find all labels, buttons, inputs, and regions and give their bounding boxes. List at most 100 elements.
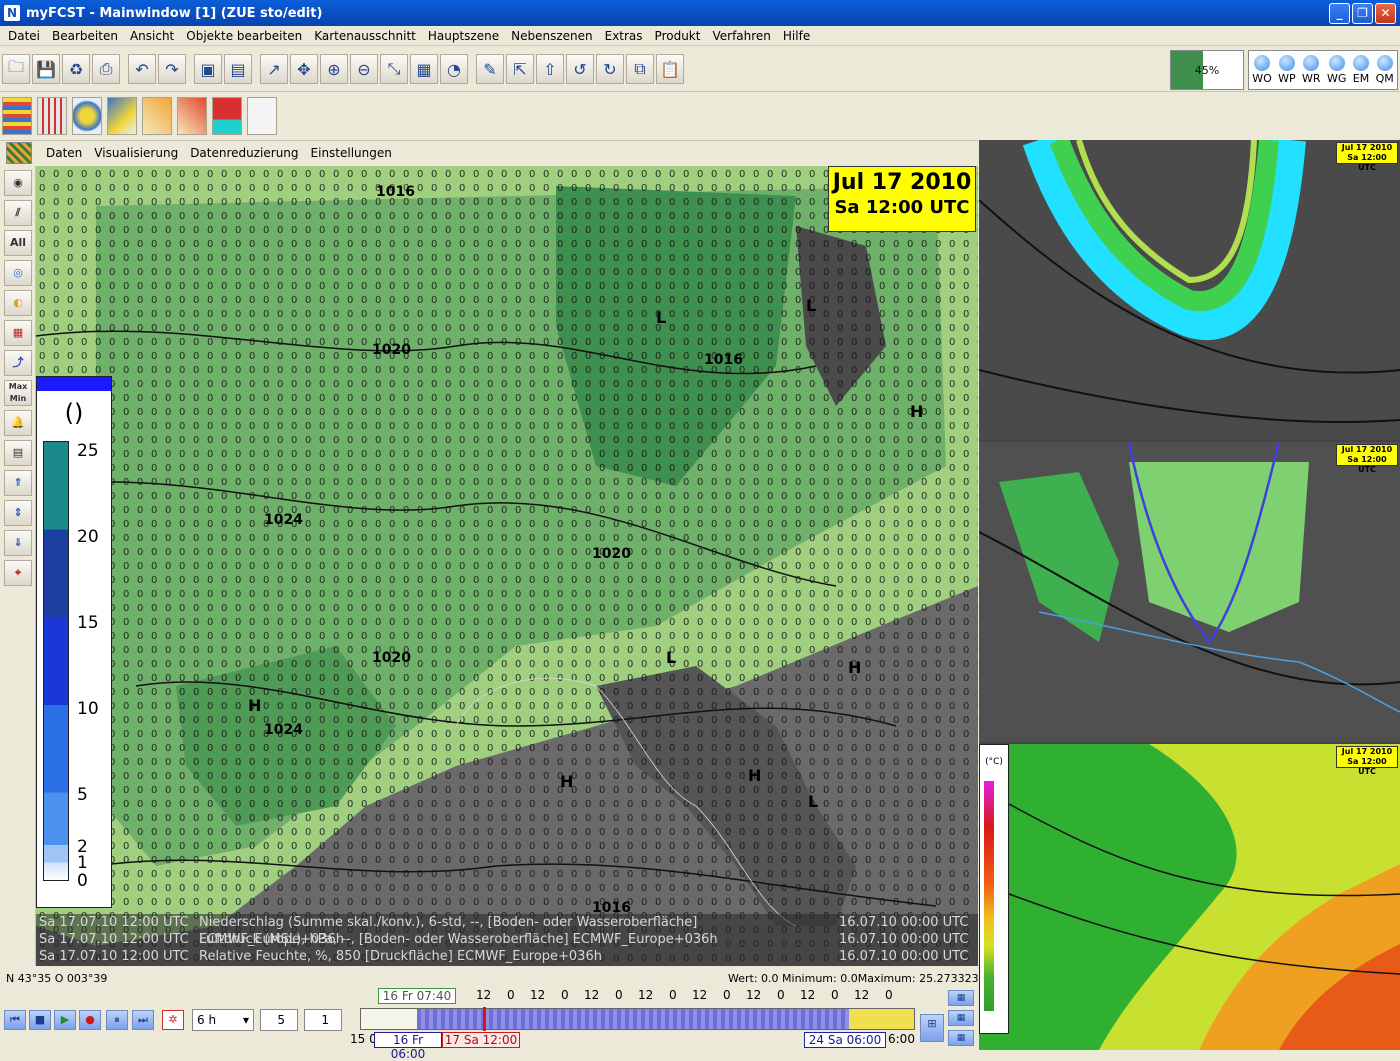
all-button[interactable]: All <box>4 230 32 256</box>
timeline-option-icon[interactable]: ▦ <box>948 1010 974 1026</box>
timeline-tick: 0 <box>507 988 515 1002</box>
redo-icon[interactable]: ↷ <box>158 54 186 84</box>
progress-indicator: 45% <box>1170 50 1244 90</box>
record-button[interactable]: ● <box>79 1010 101 1030</box>
image-export-icon[interactable]: ▣ <box>194 54 222 84</box>
diagonal-lines-icon[interactable]: ⫽ <box>4 200 32 226</box>
wind-barbs-icon[interactable]: ⤴ <box>4 350 32 376</box>
recycle-icon[interactable]: ♻ <box>62 54 90 84</box>
timeline-option-icon[interactable]: ▦ <box>948 990 974 1006</box>
maxmin-button[interactable]: Max Min <box>4 380 32 406</box>
zoom-out-icon[interactable]: ⊖ <box>350 54 378 84</box>
undo-icon[interactable]: ↶ <box>128 54 156 84</box>
undo-arrow-icon[interactable]: ↺ <box>566 54 594 84</box>
shading-icon[interactable]: ◐ <box>4 290 32 316</box>
location-pin-icon[interactable]: ⌖ <box>4 560 32 586</box>
pan-icon[interactable]: ✥ <box>290 54 318 84</box>
edit-pencil-icon[interactable]: ✎ <box>476 54 504 84</box>
print-icon[interactable]: ⎙ <box>92 54 120 84</box>
grid-values-icon[interactable]: ▦ <box>4 320 32 346</box>
map-menu-visualisierung[interactable]: Visualisierung <box>88 146 184 160</box>
model-wr[interactable]: WR <box>1302 51 1321 89</box>
map-menu-datenreduzierung[interactable]: Datenreduzierung <box>184 146 304 160</box>
menu-kartenausschnitt[interactable]: Kartenausschnitt <box>308 29 422 43</box>
main-map[interactable]: 0 1016 1020 1016 1024 1020 1020 1024 10 1… <box>36 166 978 966</box>
model-qm[interactable]: QM <box>1376 51 1394 89</box>
isobar-label: 1016 <box>376 184 415 200</box>
menu-ansicht[interactable]: Ansicht <box>124 29 180 43</box>
product-grid-icon[interactable] <box>37 96 67 135</box>
layer-info-row[interactable]: Sa 17.07.10 12:00 UTC Luftdruck (MSL), h… <box>36 931 978 948</box>
camera-icon[interactable]: ◉ <box>4 170 32 196</box>
menu-hauptszene[interactable]: Hauptszene <box>422 29 505 43</box>
map-menu-einstellungen[interactable]: Einstellungen <box>305 146 398 160</box>
up-arrow-icon[interactable]: ⇧ <box>536 54 564 84</box>
bell-icon[interactable]: 🔔 <box>4 410 32 436</box>
chart-icon[interactable]: ▤ <box>4 440 32 466</box>
open-icon[interactable]: 🗀 <box>2 54 30 84</box>
product-model-icon[interactable] <box>107 96 137 135</box>
menu-bearbeiten[interactable]: Bearbeiten <box>46 29 124 43</box>
model-wp[interactable]: WP <box>1278 51 1296 89</box>
forward-button[interactable]: ⏭ <box>132 1010 154 1030</box>
stop-button[interactable]: ■ <box>29 1010 51 1030</box>
model-dot-icon <box>1303 55 1320 71</box>
unzoom-icon[interactable]: ⤡ <box>380 54 408 84</box>
secondary-map-jet[interactable]: Jul 17 2010 Sa 12:00 UTC <box>979 140 1400 440</box>
menu-nebenszenen[interactable]: Nebenszenen <box>505 29 599 43</box>
secondary-map-temp850[interactable]: (°C) Jul 17 2010 Sa 12:00 UTC <box>979 744 1400 1050</box>
menu-objekte-bearbeiten[interactable]: Objekte bearbeiten <box>180 29 308 43</box>
product-network-icon[interactable] <box>247 96 277 135</box>
map-layers-icon[interactable] <box>6 142 32 164</box>
pointer-icon[interactable]: ↗ <box>260 54 288 84</box>
copy-icon[interactable]: ⧉ <box>626 54 654 84</box>
isobar-label: 1020 <box>372 342 411 358</box>
save-icon[interactable]: 💾 <box>32 54 60 84</box>
pressure-center-label: H <box>748 766 762 785</box>
map-menu-daten[interactable]: Daten <box>40 146 88 160</box>
rewind-button[interactable]: ⏮ <box>4 1010 26 1030</box>
menu-hilfe[interactable]: Hilfe <box>777 29 816 43</box>
layer-down-icon[interactable]: ⇓ <box>4 530 32 556</box>
current-time-marker: 16 Fr 07:40 <box>378 988 456 1004</box>
menu-verfahren[interactable]: Verfahren <box>706 29 776 43</box>
contour-icon[interactable]: ◎ <box>4 260 32 286</box>
close-button[interactable]: ✕ <box>1375 3 1396 24</box>
pause-button[interactable]: ⏸ <box>106 1010 128 1030</box>
secondary-map-temp500[interactable]: Jul 17 2010 Sa 12:00 UTC <box>979 442 1400 742</box>
product-lightning-icon[interactable] <box>177 96 207 135</box>
model-wg[interactable]: WG <box>1327 51 1346 89</box>
product-radar-icon[interactable] <box>142 96 172 135</box>
product-combined-icon[interactable] <box>212 96 242 135</box>
timeline-option-icon[interactable]: ▦ <box>948 1030 974 1046</box>
model-em[interactable]: EM <box>1353 51 1369 89</box>
layer-info-row[interactable]: Sa 17.07.10 12:00 UTC Niederschlag (Summ… <box>36 914 978 947</box>
menu-extras[interactable]: Extras <box>599 29 649 43</box>
maximize-button[interactable]: ❐ <box>1352 3 1373 24</box>
paste-icon[interactable]: 📋 <box>656 54 684 84</box>
layer-info-row[interactable]: Sa 17.07.10 12:00 UTC Relative Feuchte, … <box>36 948 978 965</box>
layer-mid-icon[interactable]: ⇕ <box>4 500 32 526</box>
map-canvas[interactable]: 0 <box>36 166 978 966</box>
model-wo[interactable]: WO <box>1252 51 1272 89</box>
play-button[interactable]: ▶ <box>54 1010 76 1030</box>
zoom-in-icon[interactable]: ⊕ <box>320 54 348 84</box>
settings-gear-icon[interactable]: ✲ <box>162 1010 184 1030</box>
redo-arrow-icon[interactable]: ↻ <box>596 54 624 84</box>
menu-datei[interactable]: Datei <box>2 29 46 43</box>
menu-produkt[interactable]: Produkt <box>649 29 707 43</box>
legend-tick: 15 <box>77 613 99 633</box>
minimize-button[interactable]: _ <box>1329 3 1350 24</box>
time-step-select[interactable]: 6 h ▾ <box>192 1009 254 1031</box>
timeline-slider[interactable] <box>360 1007 915 1031</box>
product-synop-icon[interactable] <box>2 96 32 135</box>
product-satellite-icon[interactable] <box>72 96 102 135</box>
distance-km-icon[interactable]: ◔ <box>440 54 468 84</box>
timeline-config-icon[interactable]: ⊞ <box>920 1014 944 1042</box>
frame-step-spinner[interactable]: 1 <box>304 1009 342 1031</box>
dictionary-icon[interactable]: ▦ <box>410 54 438 84</box>
layout-icon[interactable]: ▤ <box>224 54 252 84</box>
layer-up-icon[interactable]: ⇑ <box>4 470 32 496</box>
frame-count-spinner[interactable]: 5 <box>260 1009 298 1031</box>
select-icon[interactable]: ⇱ <box>506 54 534 84</box>
